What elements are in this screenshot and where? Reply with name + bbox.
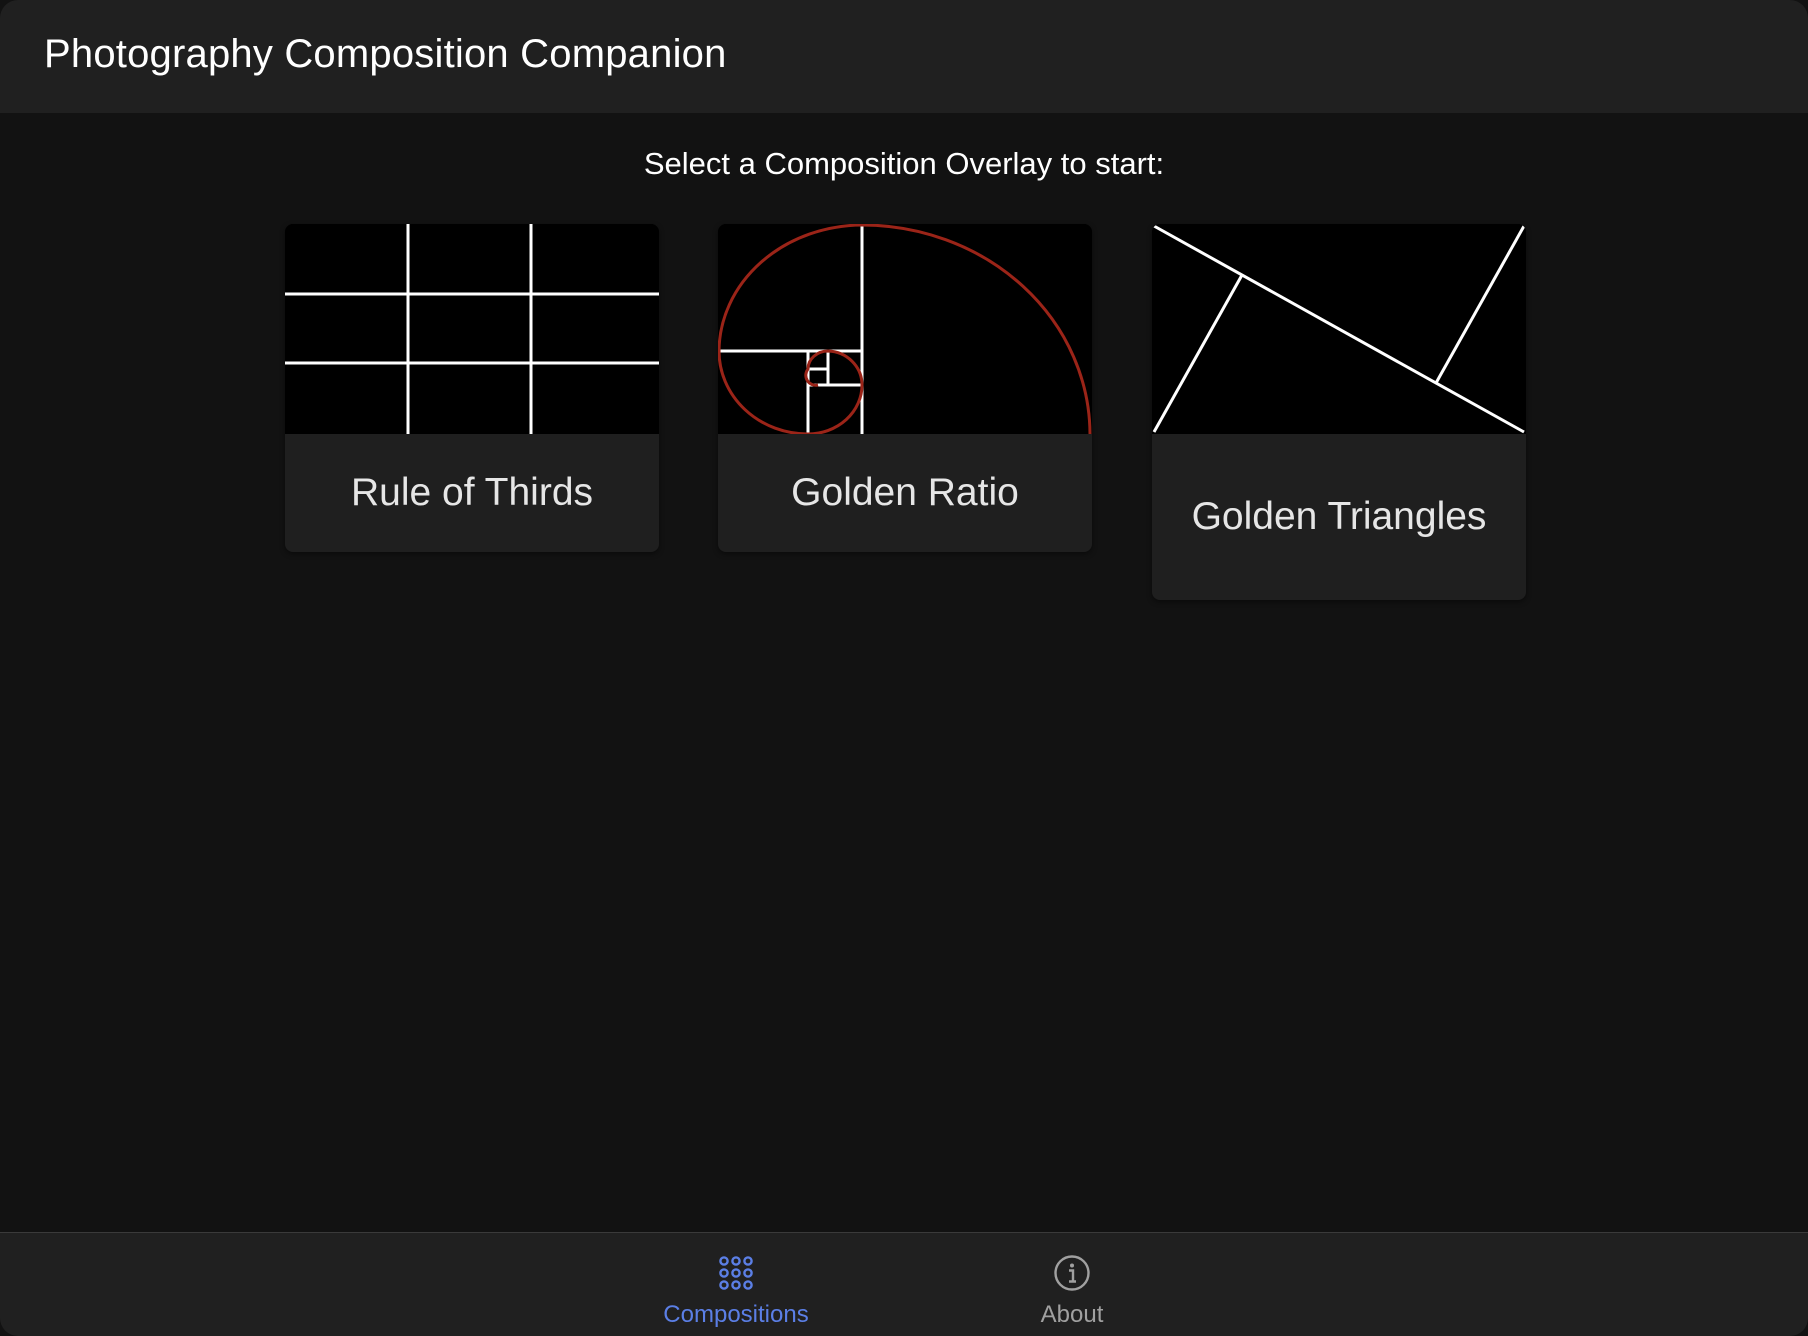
grid-dots-icon xyxy=(719,1256,753,1290)
page-title: Photography Composition Companion xyxy=(44,32,727,76)
card-golden-ratio[interactable]: Golden Ratio xyxy=(718,224,1092,552)
golden-triangles-icon xyxy=(1152,224,1526,434)
instruction-text: Select a Composition Overlay to start: xyxy=(643,146,1165,181)
rule-of-thirds-grid-icon xyxy=(285,224,659,434)
tab-compositions[interactable]: Compositions xyxy=(636,1253,836,1329)
tab-about[interactable]: About xyxy=(972,1253,1172,1329)
header-bar: Photography Composition Companion xyxy=(0,0,1808,113)
card-golden-triangles[interactable]: Golden Triangles xyxy=(1152,224,1526,600)
tab-bar: Compositions About xyxy=(0,1232,1808,1336)
card-label-rule-of-thirds: Rule of Thirds xyxy=(350,471,594,514)
card-rule-of-thirds[interactable]: Rule of Thirds xyxy=(285,224,659,552)
info-icon xyxy=(1054,1255,1090,1291)
tab-compositions-label: Compositions xyxy=(663,1301,809,1328)
card-label-golden-triangles: Golden Triangles xyxy=(1191,495,1487,538)
tab-about-label: About xyxy=(1040,1301,1104,1328)
card-label-golden-ratio: Golden Ratio xyxy=(791,471,1019,514)
app-window: Photography Composition Companion Select… xyxy=(0,0,1808,1336)
golden-spiral-icon xyxy=(718,224,1092,434)
